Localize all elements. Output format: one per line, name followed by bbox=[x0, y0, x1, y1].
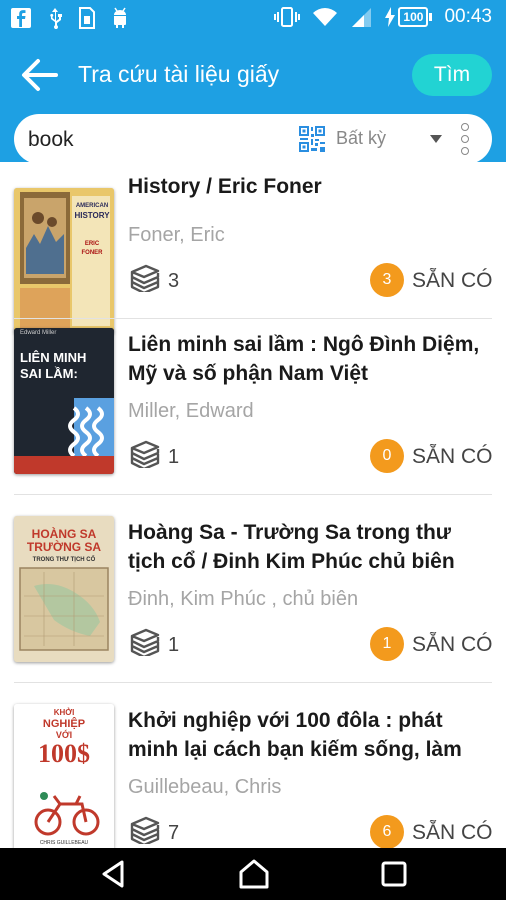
find-button[interactable]: Tìm bbox=[412, 54, 492, 96]
back-nav-icon[interactable] bbox=[96, 858, 132, 890]
books-icon bbox=[130, 440, 160, 468]
book-cover: AMERICAN HISTORY ERIC FONER bbox=[14, 188, 114, 334]
list-item[interactable]: AMERICAN HISTORY ERIC FONER History / Er… bbox=[0, 162, 506, 334]
copies-count: 7 bbox=[168, 822, 180, 844]
availability-label: SẴN CÓ bbox=[412, 269, 493, 292]
books-icon bbox=[130, 816, 160, 844]
status-bar: 100 00:43 bbox=[0, 0, 506, 38]
availability-label: SẴN CÓ bbox=[412, 821, 493, 844]
list-item[interactable]: HOÀNG SA TRƯỜNG SA TRONG THƯ TỊCH CỔ Hoà… bbox=[0, 516, 506, 704]
book-cover: Edward Miller LIÊN MINH SAI LẦM: bbox=[14, 328, 114, 474]
clock: 00:43 bbox=[444, 6, 492, 27]
sim-icon bbox=[79, 7, 95, 29]
available-count-badge: 6 bbox=[370, 815, 404, 848]
divider bbox=[14, 494, 492, 495]
book-author: Miller, Edward bbox=[128, 400, 254, 422]
book-author: Guillebeau, Chris bbox=[128, 776, 282, 798]
more-options-icon[interactable] bbox=[460, 123, 470, 155]
cover-text: TRONG THƯ TỊCH CỔ bbox=[32, 557, 96, 563]
divider bbox=[14, 682, 492, 683]
available-count-badge: 1 bbox=[370, 627, 404, 661]
divider bbox=[14, 318, 492, 319]
cover-text: TRƯỜNG SA bbox=[26, 540, 102, 554]
cover-text: LIÊN MINH bbox=[20, 350, 87, 365]
copies-count: 3 bbox=[168, 270, 180, 292]
cover-text: ERIC bbox=[84, 241, 100, 247]
book-title[interactable]: Liên minh sai lầm : Ngô Đình Diệm, Mỹ và… bbox=[128, 330, 494, 388]
facebook-icon bbox=[11, 8, 31, 28]
list-item[interactable]: KHỞI NGHIỆP VỚI 100$ CHRIS GUILLEBEAU Kh… bbox=[0, 704, 506, 848]
search-bar: Bất kỳ bbox=[14, 114, 492, 164]
available-count-badge: 3 bbox=[370, 263, 404, 297]
wifi-icon bbox=[313, 8, 338, 26]
cover-text: FONER bbox=[81, 250, 103, 256]
cover-text: NGHIỆP bbox=[42, 718, 86, 730]
cover-text: CHRIS GUILLEBEAU bbox=[39, 840, 89, 846]
recents-nav-icon[interactable] bbox=[376, 858, 412, 890]
books-icon bbox=[130, 628, 160, 656]
available-count-badge: 0 bbox=[370, 439, 404, 473]
qr-scan-icon[interactable] bbox=[298, 125, 326, 153]
book-cover: KHỞI NGHIỆP VỚI 100$ CHRIS GUILLEBEAU bbox=[14, 704, 114, 848]
copies-count: 1 bbox=[168, 446, 180, 468]
back-arrow-icon[interactable] bbox=[20, 58, 58, 92]
search-input[interactable] bbox=[28, 126, 288, 154]
copies-count: 1 bbox=[168, 634, 180, 656]
page-title: Tra cứu tài liệu giấy bbox=[78, 61, 280, 87]
book-title[interactable]: Hoàng Sa - Trường Sa trong thư tịch cổ /… bbox=[128, 518, 494, 576]
cover-text: KHỞI bbox=[53, 708, 75, 717]
screen: 100 00:43 Tra cứu tài liệu giấy Tìm book… bbox=[0, 0, 506, 900]
home-nav-icon[interactable] bbox=[236, 858, 272, 890]
book-author: Foner, Eric bbox=[128, 224, 225, 246]
book-title[interactable]: Khởi nghiệp với 100 đôla : phát minh lại… bbox=[128, 706, 494, 764]
app-bar: Tra cứu tài liệu giấy Tìm Bất kỳ bbox=[0, 38, 506, 164]
results-list[interactable]: AMERICAN HISTORY ERIC FONER History / Er… bbox=[0, 162, 506, 848]
books-icon bbox=[130, 264, 160, 292]
cover-text: Edward Miller bbox=[20, 330, 57, 336]
usb-icon bbox=[50, 8, 62, 29]
cover-text: HISTORY bbox=[74, 211, 110, 220]
charging-icon bbox=[385, 7, 396, 27]
system-nav-bar bbox=[0, 848, 506, 900]
vibrate-icon bbox=[274, 7, 301, 27]
book-author: Đinh, Kim Phúc , chủ biên bbox=[128, 588, 359, 610]
search-scope-select[interactable]: Bất kỳ bbox=[336, 128, 386, 149]
android-icon bbox=[114, 7, 126, 28]
list-item[interactable]: Edward Miller LIÊN MINH SAI LẦM: Liên mi… bbox=[0, 328, 506, 516]
signal-icon bbox=[352, 8, 372, 27]
battery-level: 100 bbox=[398, 7, 429, 27]
availability-label: SẴN CÓ bbox=[412, 445, 493, 468]
cover-text: SAI LẦM: bbox=[20, 366, 78, 381]
cover-text: 100$ bbox=[38, 739, 90, 768]
book-cover: HOÀNG SA TRƯỜNG SA TRONG THƯ TỊCH CỔ bbox=[14, 516, 114, 662]
battery-indicator: 100 bbox=[398, 7, 433, 27]
cover-text: AMERICAN bbox=[75, 203, 109, 209]
dropdown-arrow-icon[interactable] bbox=[430, 135, 442, 143]
availability-label: SẴN CÓ bbox=[412, 633, 493, 656]
book-title[interactable]: History / Eric Foner bbox=[128, 172, 494, 201]
